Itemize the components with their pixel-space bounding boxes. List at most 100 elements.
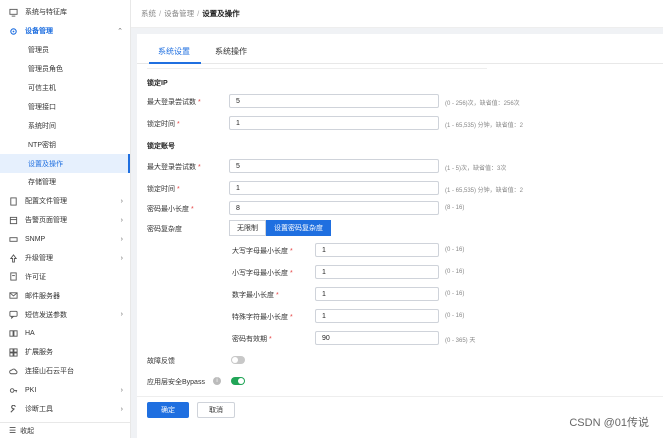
field-label-text: 大写字母最小长度 [232,248,288,255]
required-marker: * [276,292,279,299]
sidebar-item-label: 邮件服务器 [25,292,60,300]
field-label-text: 小写字母最小长度 [232,270,288,277]
sidebar-item-label: 扩展服务 [25,349,53,357]
password-expire-label: 密码有效期 * [232,334,272,344]
chevron-right-icon: › [120,235,123,243]
lowercase-min-length-label: 小写字母最小长度 * [232,268,293,278]
sidebar-item-snmp[interactable]: SNMP › [0,230,130,249]
sidebar-item-admin[interactable]: 管理员 [0,41,130,60]
chevron-right-icon: › [120,386,123,394]
required-marker: * [198,99,201,106]
fault-feedback-label: 故障反馈 [147,358,175,365]
tab-bar: 系统设置 系统操作 [137,34,663,64]
sidebar-item-storage[interactable]: 存储管理 [0,173,130,192]
chevron-right-icon: › [120,216,123,224]
tab-system-operations[interactable]: 系统操作 [215,46,247,57]
breadcrumb-item[interactable]: 系统 [141,8,156,19]
password-expire-hint: (0 - 365) 天 [445,338,476,344]
bypass-toggle[interactable] [231,377,245,385]
page-title: 设置及操作 [202,9,240,18]
sidebar-item-mgmt-interface[interactable]: 管理接口 [0,97,130,116]
sidebar-item-mail-server[interactable]: 邮件服务器 [0,286,130,305]
sidebar-item-device-management[interactable]: 设备管理 ⌃ [0,22,130,41]
main-panel: 系统设置 系统操作 锁定IP 最大登录尝试数 * 5 (0 - 256)次，缺省值… [137,34,663,438]
sidebar-item-extension[interactable]: 扩展服务 [0,343,130,362]
sidebar-item-label: PKI [25,386,37,394]
sidebar-item-ha[interactable]: HA [0,324,130,343]
required-marker: * [290,270,293,277]
sidebar-item-settings-operations[interactable]: 设置及操作 [0,154,130,174]
sidebar-item-label: 连接山石云平台 [25,368,74,376]
lock-ip-lock-time-label: 锁定时间 * [147,119,180,129]
digit-min-length-input[interactable]: 1 [315,287,439,301]
special-min-length-hint: (0 - 16) [445,313,465,319]
toggle-knob [232,357,238,363]
tool-icon [9,404,18,414]
sidebar-item-sms-params[interactable]: 短信发送参数 › [0,305,130,324]
breadcrumb-separator: / [197,9,200,18]
ok-button[interactable]: 确定 [147,402,189,418]
password-expire-input[interactable]: 90 [315,331,439,345]
sidebar-item-alarm-page[interactable]: 告警页面管理 › [0,211,130,230]
key-icon [9,386,18,395]
field-label-text: 数字最小长度 [232,292,274,299]
special-min-length-input[interactable]: 1 [315,309,439,323]
sidebar-item-diagnostic-tools[interactable]: 诊断工具 › [0,400,130,419]
sidebar-item-label: 短信发送参数 [25,311,67,319]
sidebar-item-label: NTP密钥 [28,141,56,149]
sidebar-item-upgrade[interactable]: 升级管理 › [0,249,130,268]
section-title-lock-ip: 锁定IP [147,80,168,87]
file-icon [9,197,18,206]
field-label-text: 密码有效期 [232,336,267,343]
complexity-unlimited-option[interactable]: 无限制 [229,220,266,236]
lock-ip-lock-time-input[interactable]: 1 [229,116,439,130]
field-label-text: 密码最小长度 [147,206,189,213]
uppercase-min-length-hint: (0 - 16) [445,247,465,253]
tab-system-settings[interactable]: 系统设置 [158,46,190,57]
lock-account-max-login-hint: (1 - 5)次，缺省值：3次 [445,166,507,172]
required-marker: * [177,121,180,128]
field-label-text: 锁定时间 [147,121,175,128]
fault-feedback-toggle[interactable] [231,356,245,364]
lock-account-max-login-input[interactable]: 5 [229,159,439,173]
sidebar-item-pki[interactable]: PKI › [0,381,130,400]
sidebar-item-config-file[interactable]: 配置文件管理 › [0,192,130,211]
upgrade-icon [9,253,18,263]
gear-icon [9,27,18,36]
uppercase-min-length-input[interactable]: 1 [315,243,439,257]
lock-account-lock-time-input[interactable]: 1 [229,181,439,195]
extension-icon [9,348,18,357]
field-label-text: 最大登录尝试数 [147,99,196,106]
mail-icon [9,291,18,300]
cloud-icon [9,367,18,376]
info-icon[interactable]: i [213,377,221,385]
required-marker: * [191,206,194,213]
menu-icon: ☰ [9,426,17,435]
sidebar-item-label: 管理接口 [28,103,56,111]
special-min-length-label: 特殊字符最小长度 * [232,312,293,322]
section-title-lock-account: 锁定账号 [147,143,175,150]
sidebar-item-trusted-host[interactable]: 可信主机 [0,79,130,98]
tab-active-indicator [149,62,201,64]
lock-ip-max-login-input[interactable]: 5 [229,94,439,108]
lock-ip-max-login-hint: (0 - 256)次，缺省值：256次 [445,101,520,107]
snmp-icon [9,235,18,244]
sidebar-item-admin-role[interactable]: 管理员角色 [0,60,130,79]
cancel-button[interactable]: 取消 [197,402,235,418]
password-min-length-input[interactable]: 8 [229,201,439,215]
sidebar-item-ntp-key[interactable]: NTP密钥 [0,135,130,154]
complexity-custom-option[interactable]: 设置密码复杂度 [266,220,331,236]
sidebar-item-license[interactable]: 许可证 [0,267,130,286]
lock-ip-lock-time-hint: (1 - 65,535) 分钟，缺省值：2 [445,123,524,129]
password-min-length-label: 密码最小长度 * [147,204,194,214]
sidebar-item-system-time[interactable]: 系统时间 [0,116,130,135]
breadcrumb-item[interactable]: 设备管理 [164,8,194,19]
lock-account-max-login-label: 最大登录尝试数 * [147,162,201,172]
sidebar-item-label: 许可证 [25,273,46,281]
sidebar-item-label: 设备管理 [25,28,53,36]
sidebar-item-cloud-platform[interactable]: 连接山石云平台 [0,362,130,381]
sidebar-item-system-signature[interactable]: 系统与特征库 [0,3,130,22]
lowercase-min-length-input[interactable]: 1 [315,265,439,279]
required-marker: * [177,186,180,193]
collapse-button[interactable]: ☰ 收起 [0,422,130,438]
